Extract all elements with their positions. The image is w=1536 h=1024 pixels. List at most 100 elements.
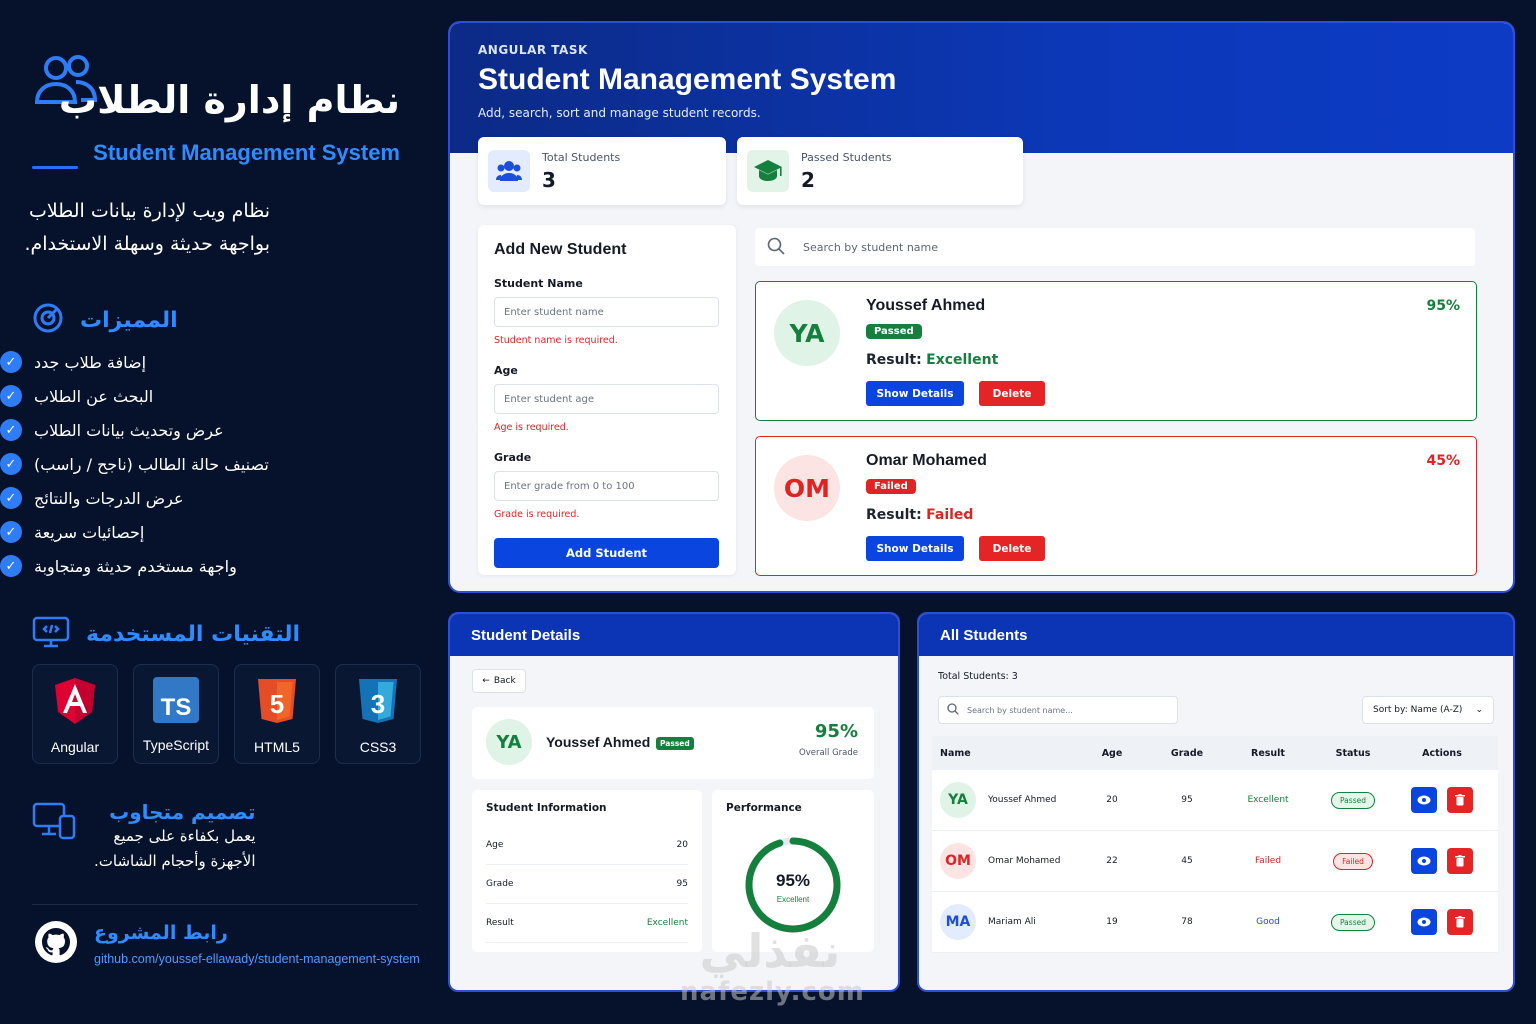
student-card: OM Omar Mohamed Failed Result: Failed 45… — [755, 436, 1477, 576]
page-subtitle: Add, search, sort and manage student rec… — [478, 106, 761, 120]
student-name: Omar Mohamed — [866, 452, 987, 469]
divider — [32, 904, 418, 905]
trash-icon — [1455, 855, 1465, 867]
performance-label: Excellent — [777, 895, 810, 904]
student-percent: 45% — [1426, 453, 1460, 469]
avatar: OM — [940, 843, 976, 879]
status-badge: Passed — [1331, 913, 1375, 931]
view-button[interactable] — [1411, 787, 1437, 813]
stat-passed-students: Passed Students 2 — [737, 137, 1023, 205]
check-icon: ✓ — [0, 521, 22, 543]
target-icon — [32, 302, 64, 338]
features-list: ✓ إضافة طلاب جدد ✓ البحث عن الطلاب ✓ عرض وت… — [0, 345, 380, 583]
students-table: Name Age Grade Result Status Actions YA Y… — [932, 736, 1498, 953]
performance-value: 95% — [776, 871, 810, 890]
status-badge: Passed — [656, 737, 694, 750]
info-row: Age 20 — [486, 826, 688, 865]
info-row: Result Excellent — [486, 904, 688, 943]
stat-label: Total Students — [542, 150, 621, 164]
search-icon — [767, 237, 785, 258]
avatar: MA — [940, 904, 976, 940]
check-icon: ✓ — [0, 453, 22, 475]
table-row: OM Omar Mohamed 22 45 Failed Failed — [932, 831, 1498, 892]
features-title: المميزات — [80, 307, 178, 333]
table-search-input[interactable]: Search by student name... — [967, 706, 1073, 715]
hero-header: ANGULAR TASK Student Management System A… — [450, 23, 1513, 153]
grade-error: Grade is required. — [494, 509, 580, 520]
row-name: Omar Mohamed — [988, 856, 1061, 866]
stat-label: Passed Students — [801, 150, 892, 164]
feature-item: ✓ عرض الدرجات والنتائج — [0, 481, 380, 515]
table-search-bar[interactable]: Search by student name... — [938, 696, 1178, 724]
student-summary: YA Youssef Ahmed Passed 95% Overall Grad… — [472, 707, 874, 779]
sort-select[interactable]: Sort by: Name (A-Z) ⌄ — [1362, 696, 1494, 724]
student-information: Student Information Age 20 Grade 95 Result… — [472, 790, 702, 952]
student-name: Youssef Ahmed — [546, 734, 651, 750]
avatar: YA — [486, 719, 532, 765]
check-icon: ✓ — [0, 555, 22, 577]
student-grade-input[interactable]: Enter grade from 0 to 100 — [494, 471, 719, 501]
svg-text:3: 3 — [371, 689, 385, 719]
grade-label: Grade — [494, 451, 532, 464]
intro-text: نظام ويب لإدارة بيانات الطلاب بواجهة حدي… — [24, 200, 270, 255]
all-students-panel: All Students Total Students: 3 Search by… — [917, 612, 1515, 992]
row-name: Youssef Ahmed — [988, 795, 1057, 805]
view-button[interactable] — [1411, 909, 1437, 935]
delete-button[interactable] — [1447, 909, 1473, 935]
brand: نظام إدارة الطلاب Student Management Sys… — [32, 30, 408, 180]
stat-value: 2 — [801, 167, 815, 192]
name-label: Student Name — [494, 277, 583, 290]
delete-button[interactable] — [1447, 848, 1473, 874]
html5-icon: 5 — [256, 677, 298, 729]
chevron-down-icon: ⌄ — [1475, 705, 1483, 715]
typescript-icon: TS — [153, 677, 199, 727]
student-result: Result: Excellent — [866, 352, 999, 368]
feature-item: ✓ عرض وتحديث بيانات الطلاب — [0, 413, 380, 447]
show-details-button[interactable]: Show Details — [866, 536, 964, 561]
feature-item: ✓ واجهة مستخدم حديثة ومتجاوبة — [0, 549, 380, 583]
features-heading: المميزات — [32, 302, 178, 338]
delete-button[interactable]: Delete — [979, 381, 1045, 406]
table-row: MA Mariam Ali 19 78 Good Passed — [932, 892, 1498, 953]
student-percent: 95% — [1426, 298, 1460, 314]
repo-section: رابط المشروع github.com/youssef-ellawady… — [34, 920, 420, 968]
name-error: Student name is required. — [494, 335, 618, 346]
users-icon — [488, 150, 530, 192]
back-button[interactable]: ← Back — [472, 669, 526, 693]
delete-button[interactable] — [1447, 787, 1473, 813]
page-title: Student Management System — [478, 63, 897, 96]
code-monitor-icon — [32, 616, 70, 652]
tech-list: Angular TS TypeScript 5 HTML5 3 CSS3 — [32, 664, 421, 764]
hero-tag: ANGULAR TASK — [478, 43, 588, 57]
add-student-button[interactable]: Add Student — [494, 538, 719, 568]
title-arabic: نظام إدارة الطلاب — [58, 78, 400, 122]
panel-header: Student Details — [450, 614, 898, 656]
student-name-input[interactable]: Enter student name — [494, 297, 719, 327]
divider — [32, 166, 78, 169]
delete-button[interactable]: Delete — [979, 536, 1045, 561]
search-icon — [947, 703, 959, 717]
table-row: YA Youssef Ahmed 20 95 Excellent Passed — [932, 770, 1498, 831]
overall-percent: 95% — [814, 721, 858, 742]
overall-label: Overall Grade — [799, 748, 858, 758]
eye-icon — [1417, 917, 1431, 927]
github-icon — [34, 920, 78, 968]
student-name: Youssef Ahmed — [866, 297, 986, 314]
arrow-left-icon: ← — [482, 676, 490, 686]
status-badge: Failed — [1333, 852, 1373, 870]
table-header: Name Age Grade Result Status Actions — [932, 736, 1498, 770]
tech-typescript: TS TypeScript — [133, 664, 219, 764]
feature-item: ✓ تصنيف حالة الطالب (ناجح / راسب) — [0, 447, 380, 481]
show-details-button[interactable]: Show Details — [866, 381, 964, 406]
age-error: Age is required. — [494, 422, 569, 433]
info-title: Student Information — [486, 802, 607, 814]
search-input[interactable]: Search by student name — [803, 241, 938, 254]
repo-link[interactable]: github.com/youssef-ellawady/student-mana… — [94, 952, 420, 966]
student-age-input[interactable]: Enter student age — [494, 384, 719, 414]
avatar: YA — [940, 782, 976, 818]
view-button[interactable] — [1411, 848, 1437, 874]
tech-css3: 3 CSS3 — [335, 664, 421, 764]
responsive-section: تصميم متجاوب يعمل بكفاءة على جميع الأجهز… — [32, 800, 256, 874]
search-bar[interactable]: Search by student name — [755, 228, 1475, 266]
feature-item: ✓ إضافة طلاب جدد — [0, 345, 380, 379]
